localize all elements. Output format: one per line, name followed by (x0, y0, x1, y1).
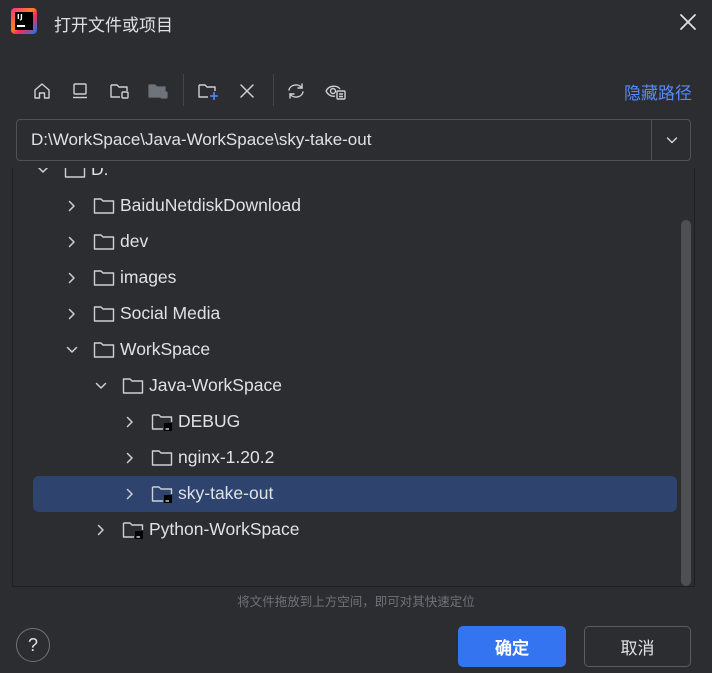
tree-item-label: WorkSpace (120, 339, 211, 359)
chevron-right-icon[interactable] (64, 198, 80, 214)
tree-row[interactable]: D: (13, 168, 679, 188)
folder-icon (64, 168, 86, 180)
tree-item-label: nginx-1.20.2 (178, 447, 275, 467)
folder-icon (93, 196, 115, 216)
close-icon[interactable] (674, 8, 702, 36)
cancel-button[interactable]: 取消 (584, 626, 691, 667)
intellij-idea-icon: IJ (11, 8, 37, 34)
chevron-right-icon[interactable] (122, 450, 138, 466)
tree-item-label: Java-WorkSpace (149, 375, 282, 395)
title-bar: IJ 打开文件或项目 (0, 0, 712, 44)
tree-item-label: DEBUG (178, 411, 241, 431)
delete-icon[interactable] (230, 74, 264, 108)
hide-path-link[interactable]: 隐藏路径 (624, 79, 692, 104)
project-folder-icon (151, 412, 173, 432)
new-folder-icon[interactable] (192, 74, 226, 108)
project-folder-icon (151, 484, 173, 504)
chevron-down-icon[interactable] (64, 342, 80, 358)
ok-button[interactable]: 确定 (458, 626, 566, 667)
tree-row[interactable]: DEBUG (13, 404, 679, 440)
chevron-right-icon[interactable] (122, 414, 138, 430)
tree-row[interactable]: Python-WorkSpace (13, 512, 679, 548)
tree-item-label: Python-WorkSpace (149, 519, 300, 539)
folder-icon (122, 376, 144, 396)
path-combobox (16, 119, 691, 161)
tree-row[interactable]: Social Media (13, 296, 679, 332)
desktop-icon[interactable] (63, 74, 97, 108)
tree-row[interactable]: dev (13, 224, 679, 260)
chevron-down-icon[interactable] (35, 168, 51, 178)
module-folder-icon[interactable] (141, 74, 175, 108)
tree-item-label: Social Media (120, 303, 221, 323)
tree-row[interactable]: WorkSpace (13, 332, 679, 368)
drop-hint: 将文件拖放到上方空间，即可对其快速定位 (237, 595, 475, 609)
chevron-down-icon (666, 137, 677, 144)
tree-row[interactable]: nginx-1.20.2 (13, 440, 679, 476)
tree-row[interactable]: images (13, 260, 679, 296)
folder-icon (93, 232, 115, 252)
tree-item-label: dev (120, 231, 149, 251)
tree-row[interactable]: Java-WorkSpace (13, 368, 679, 404)
tree-row[interactable]: BaiduNetdiskDownload (13, 188, 679, 224)
dialog-title: 打开文件或项目 (54, 16, 173, 35)
tree-item-label: BaiduNetdiskDownload (120, 195, 301, 215)
path-history-dropdown[interactable] (651, 120, 691, 160)
project-folder-icon[interactable] (103, 74, 137, 108)
help-button[interactable]: ? (16, 628, 50, 662)
toolbar (25, 74, 365, 108)
chevron-right-icon[interactable] (93, 522, 109, 538)
folder-icon (151, 448, 173, 468)
chevron-right-icon[interactable] (64, 234, 80, 250)
chevron-down-icon[interactable] (93, 378, 109, 394)
tree-item-label: images (120, 267, 177, 287)
folder-icon (93, 268, 115, 288)
show-hidden-icon[interactable] (319, 74, 353, 108)
toolbar-separator (273, 74, 274, 106)
refresh-icon[interactable] (279, 74, 313, 108)
path-input[interactable] (17, 120, 651, 160)
project-folder-icon (122, 520, 144, 540)
tree-scrollbar[interactable] (681, 220, 691, 586)
tree-item-label: sky-take-out (178, 483, 274, 503)
folder-icon (93, 304, 115, 324)
folder-icon (93, 340, 115, 360)
chevron-right-icon[interactable] (122, 486, 138, 502)
toolbar-separator (183, 74, 184, 106)
tree-item-label: D: (91, 168, 109, 179)
home-icon[interactable] (25, 74, 59, 108)
chevron-right-icon[interactable] (64, 306, 80, 322)
tree-row[interactable]: sky-take-out (13, 476, 679, 512)
chevron-right-icon[interactable] (64, 270, 80, 286)
file-tree[interactable]: D: BaiduNetdiskDownload dev images Social Me… (12, 168, 695, 587)
